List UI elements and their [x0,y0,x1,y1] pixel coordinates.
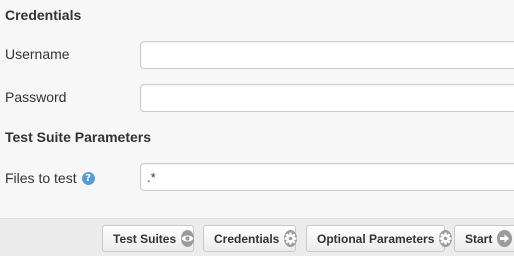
files-to-test-label-row: Files to test ? [5,170,95,186]
optional-parameters-button[interactable]: Optional Parameters [306,225,453,252]
username-input[interactable] [140,41,514,69]
arrow-right-icon [497,230,512,247]
username-label: Username [5,46,70,62]
files-to-test-label: Files to test [5,170,77,186]
test-suites-button[interactable]: Test Suites [102,225,195,252]
files-to-test-input[interactable] [140,163,514,191]
credentials-button-label: Credentials [214,231,280,246]
credentials-section-title: Credentials [5,7,82,23]
help-icon[interactable]: ? [81,171,95,185]
optional-parameters-button-label: Optional Parameters [317,231,435,246]
password-label: Password [5,89,67,105]
credentials-button[interactable]: Credentials [203,225,298,252]
test-suites-button-label: Test Suites [113,231,177,246]
start-button[interactable]: Start [454,225,514,252]
gear-icon [439,230,453,247]
test-suite-parameters-title: Test Suite Parameters [5,129,152,145]
eye-icon [181,230,195,247]
password-input[interactable] [140,84,514,112]
gear-icon [284,230,298,247]
footer-toolbar: Test Suites Credentials Optional Paramet… [0,218,514,256]
start-button-label: Start [465,231,493,246]
